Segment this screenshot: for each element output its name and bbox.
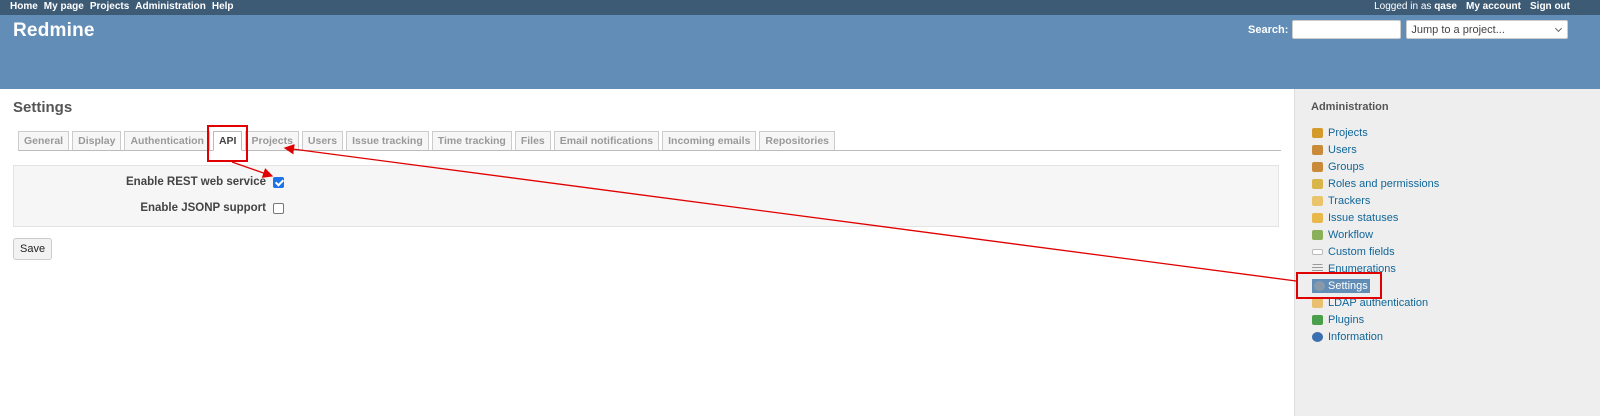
key-icon xyxy=(1312,178,1323,189)
project-jump-label: Jump to a project... xyxy=(1411,23,1505,36)
page-title: Settings xyxy=(13,99,73,116)
info-icon xyxy=(1312,331,1323,342)
rest-setting-label: Enable REST web service xyxy=(126,176,266,188)
tab-authentication[interactable]: Authentication xyxy=(124,131,210,151)
top-menu-my-page[interactable]: My page xyxy=(44,1,84,12)
user-icon xyxy=(1312,144,1323,155)
sidebar-item-trackers[interactable]: Trackers xyxy=(1312,192,1439,209)
plugin-icon xyxy=(1312,314,1323,325)
api-settings-box: Enable REST web service Enable JSONP sup… xyxy=(13,165,1279,227)
sidebar-item-label[interactable]: Plugins xyxy=(1328,314,1364,326)
workflow-icon xyxy=(1312,229,1323,240)
tab-files[interactable]: Files xyxy=(514,131,551,151)
tab-incoming-emails[interactable]: Incoming emails xyxy=(662,131,757,151)
sidebar-item-plugins[interactable]: Plugins xyxy=(1312,311,1439,328)
my-account-link[interactable]: My account xyxy=(1466,1,1521,12)
sidebar-item-groups[interactable]: Groups xyxy=(1312,158,1439,175)
logged-in-prefix: Logged in as xyxy=(1374,1,1432,12)
textfield-icon xyxy=(1312,248,1323,255)
sidebar-item-label[interactable]: Users xyxy=(1328,144,1357,156)
sign-out-link[interactable]: Sign out xyxy=(1530,1,1570,12)
sidebar-item-label[interactable]: Trackers xyxy=(1328,195,1370,207)
top-menu-home[interactable]: Home xyxy=(10,1,38,12)
tab-time-tracking[interactable]: Time tracking xyxy=(431,131,512,151)
quick-search: Search: Jump to a project... xyxy=(1248,20,1569,39)
sidebar-item-label[interactable]: Issue statuses xyxy=(1328,212,1398,224)
sidebar: Administration Projects Users Groups Rol… xyxy=(1294,89,1600,416)
status-icon xyxy=(1312,212,1323,223)
rest-web-service-checkbox[interactable] xyxy=(273,176,284,188)
sidebar-item-issue-statuses[interactable]: Issue statuses xyxy=(1312,209,1439,226)
api-tab-highlight-box xyxy=(207,125,248,162)
tab-general[interactable]: General xyxy=(18,131,70,151)
top-menu-projects[interactable]: Projects xyxy=(90,1,129,12)
save-button[interactable]: Save xyxy=(13,238,53,260)
sidebar-item-label[interactable]: Groups xyxy=(1328,161,1364,173)
header: Redmine Search: Jump to a project... xyxy=(0,15,1600,89)
group-icon xyxy=(1312,161,1323,172)
tab-users[interactable]: Users xyxy=(301,131,344,151)
top-menu-help[interactable]: Help xyxy=(212,1,234,12)
sidebar-item-projects[interactable]: Projects xyxy=(1312,124,1439,141)
sidebar-title: Administration xyxy=(1311,101,1389,113)
sidebar-item-custom-fields[interactable]: Custom fields xyxy=(1312,243,1439,260)
admin-menu: Projects Users Groups Roles and permissi… xyxy=(1312,124,1439,345)
sidebar-item-label[interactable]: Custom fields xyxy=(1328,246,1395,258)
chevron-down-icon xyxy=(1555,24,1563,33)
tab-email-notifications[interactable]: Email notifications xyxy=(553,131,660,151)
top-menu: Home My page Projects Administration Hel… xyxy=(0,0,1600,15)
top-menu-administration[interactable]: Administration xyxy=(135,1,206,12)
jsonp-support-checkbox[interactable] xyxy=(273,202,284,214)
ticket-icon xyxy=(1312,195,1323,206)
rest-setting-row: Enable REST web service xyxy=(14,176,284,188)
logged-in-as: Logged in as qase xyxy=(1374,1,1457,12)
search-label: Search: xyxy=(1248,23,1289,36)
sidebar-item-workflow[interactable]: Workflow xyxy=(1312,226,1439,243)
sidebar-item-label[interactable]: Roles and permissions xyxy=(1328,178,1439,190)
tab-projects[interactable]: Projects xyxy=(245,131,299,151)
settings-highlight-box xyxy=(1296,272,1382,299)
sidebar-item-label[interactable]: Projects xyxy=(1328,127,1368,139)
jsonp-setting-label: Enable JSONP support xyxy=(140,202,266,214)
logged-in-user[interactable]: qase xyxy=(1434,1,1457,12)
sidebar-item-users[interactable]: Users xyxy=(1312,141,1439,158)
sidebar-item-label[interactable]: Information xyxy=(1328,331,1383,343)
sidebar-item-roles[interactable]: Roles and permissions xyxy=(1312,175,1439,192)
projects-icon xyxy=(1312,127,1323,138)
jsonp-setting-row: Enable JSONP support xyxy=(14,202,284,214)
project-jump-select[interactable]: Jump to a project... xyxy=(1406,20,1569,39)
ldap-icon xyxy=(1312,297,1323,308)
sidebar-item-label[interactable]: Workflow xyxy=(1328,229,1373,241)
tab-display[interactable]: Display xyxy=(72,131,122,151)
tab-repositories[interactable]: Repositories xyxy=(759,131,836,151)
search-input[interactable] xyxy=(1292,20,1402,39)
sidebar-item-information[interactable]: Information xyxy=(1312,328,1439,345)
app-title[interactable]: Redmine xyxy=(13,20,95,42)
tab-issue-tracking[interactable]: Issue tracking xyxy=(346,131,429,151)
